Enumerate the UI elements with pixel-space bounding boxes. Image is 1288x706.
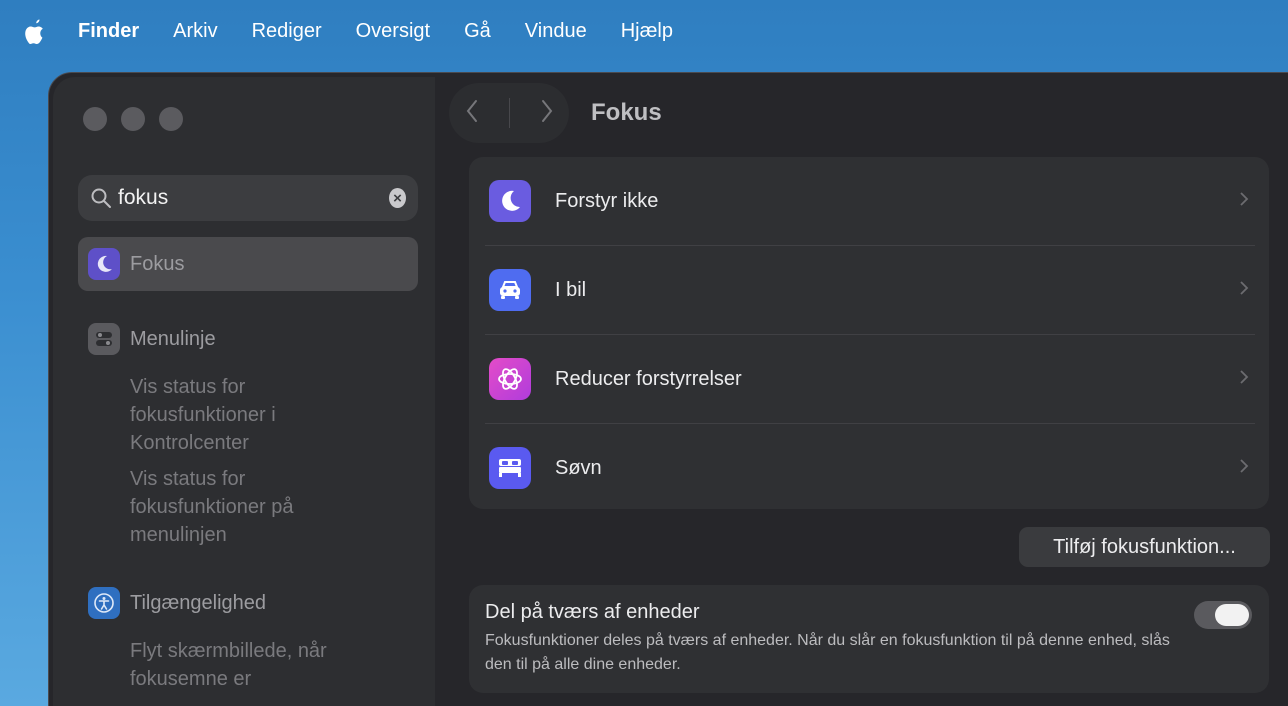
sidebar-item-menulinje[interactable]: Menulinje — [88, 323, 216, 355]
bed-icon — [489, 447, 531, 489]
list-item-i-bil[interactable]: I bil — [485, 246, 1255, 334]
sidebar-item-tilgaengelighed[interactable]: Tilgængelighed — [88, 587, 266, 619]
apple-logo-icon[interactable] — [22, 16, 48, 46]
search-input[interactable] — [118, 186, 389, 210]
list-item-forstyr-ikke[interactable]: Forstyr ikke — [485, 157, 1255, 245]
menu-arkiv[interactable]: Arkiv — [173, 20, 217, 43]
zoom-window-button[interactable] — [159, 107, 183, 131]
forward-button[interactable] — [539, 98, 555, 129]
list-item-label: Reducer forstyrrelser — [555, 367, 742, 390]
page-title: Fokus — [591, 99, 662, 126]
list-item-sovn[interactable]: Søvn — [485, 424, 1255, 512]
list-item-label: Forstyr ikke — [555, 189, 659, 212]
moon-icon — [88, 248, 120, 280]
sidebar-item-label: Fokus — [130, 252, 185, 275]
search-field[interactable]: × — [78, 175, 418, 221]
chevron-right-icon — [1239, 280, 1249, 301]
search-result[interactable]: Flyt skærmbillede, når fokusemne er — [130, 637, 360, 693]
menu-finder[interactable]: Finder — [78, 20, 139, 43]
search-icon — [90, 187, 112, 209]
atom-icon — [489, 358, 531, 400]
share-across-devices: Del på tværs af enheder Fokusfunktioner … — [469, 585, 1269, 693]
share-description: Fokusfunktioner deles på tværs af enhede… — [485, 632, 1170, 673]
menubar-icon — [88, 323, 120, 355]
add-focus-button[interactable]: Tilføj fokusfunktion... — [1019, 527, 1270, 567]
back-button[interactable] — [464, 98, 480, 129]
close-window-button[interactable] — [83, 107, 107, 131]
menu-bar: Finder Arkiv Rediger Oversigt Gå Vindue … — [0, 0, 1288, 62]
search-result[interactable]: Vis status for fokusfunktioner på menuli… — [130, 465, 360, 549]
toggle-knob — [1215, 604, 1249, 626]
sidebar-item-label: Tilgængelighed — [130, 591, 267, 614]
car-icon — [489, 269, 531, 311]
share-toggle[interactable] — [1194, 601, 1252, 629]
focus-modes-list: Forstyr ikke I bil Reducer forstyrrelser… — [469, 157, 1269, 509]
share-title: Del på tværs af enheder — [485, 601, 700, 623]
clear-search-icon[interactable]: × — [389, 188, 406, 208]
list-item-label: I bil — [555, 278, 587, 301]
menu-vindue[interactable]: Vindue — [525, 20, 587, 43]
accessibility-icon — [88, 587, 120, 619]
sidebar-item-fokus[interactable]: Fokus — [78, 237, 418, 291]
settings-window: × Fokus Menulinje Vis status for fokusfu… — [48, 72, 1288, 706]
list-item-label: Søvn — [555, 456, 602, 479]
menu-oversigt[interactable]: Oversigt — [356, 20, 430, 43]
sidebar: × Fokus Menulinje Vis status for fokusfu… — [53, 77, 435, 706]
nav-divider — [508, 98, 510, 128]
moon-icon — [489, 180, 531, 222]
window-controls — [83, 107, 183, 131]
list-item-reducer-forstyrrelser[interactable]: Reducer forstyrrelser — [485, 335, 1255, 423]
chevron-right-icon — [1239, 191, 1249, 212]
chevron-right-icon — [1239, 458, 1249, 479]
chevron-right-icon — [1239, 369, 1249, 390]
minimize-window-button[interactable] — [121, 107, 145, 131]
sidebar-item-label: Menulinje — [130, 327, 216, 350]
search-result[interactable]: Vis status for fokusfunktioner i Kontrol… — [130, 373, 360, 457]
menu-rediger[interactable]: Rediger — [252, 20, 322, 43]
menu-hjaelp[interactable]: Hjælp — [621, 20, 673, 43]
menu-ga[interactable]: Gå — [464, 20, 491, 43]
navigation-buttons — [449, 83, 569, 143]
